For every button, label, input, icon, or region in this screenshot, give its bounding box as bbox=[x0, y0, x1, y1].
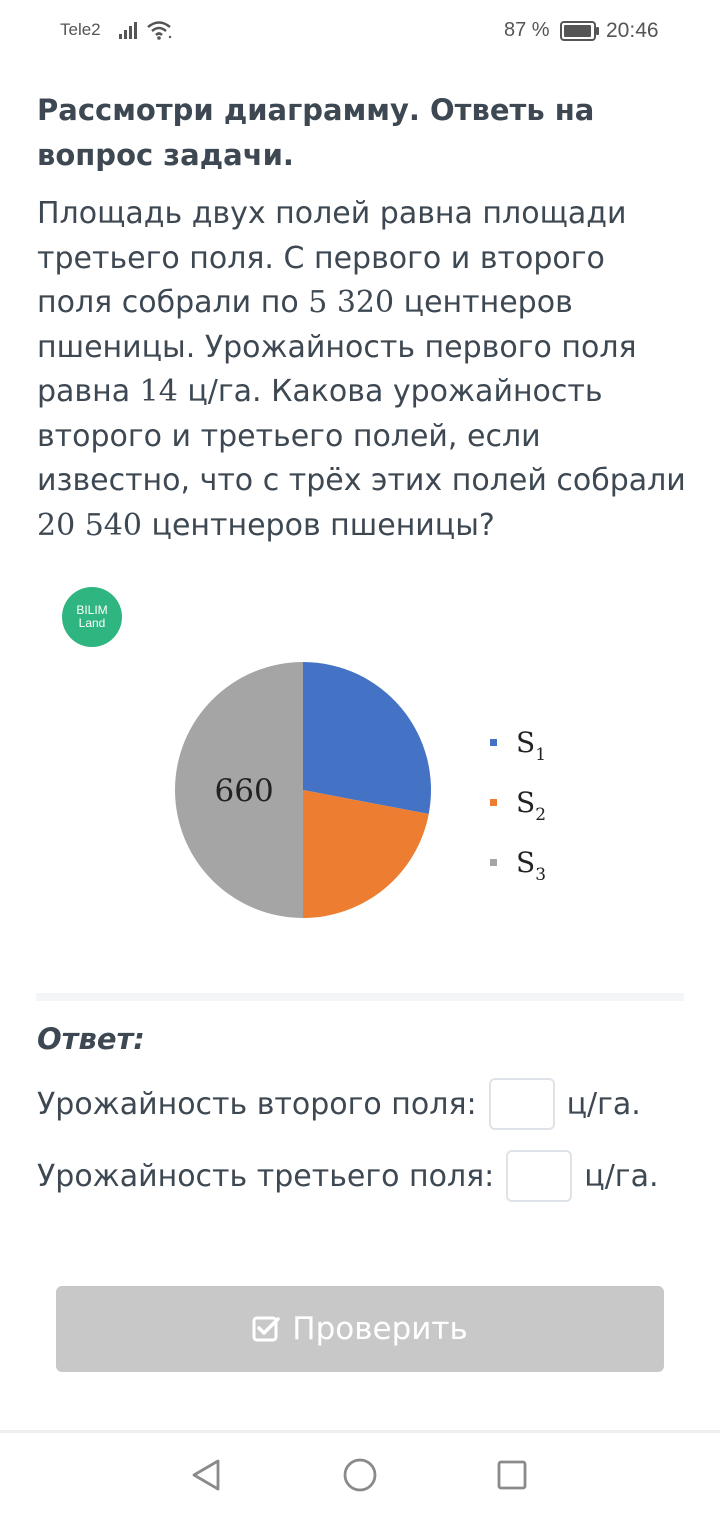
problem-number: 20 540 bbox=[37, 507, 142, 543]
pie-slices bbox=[175, 662, 431, 918]
third-field-label: Урожайность третьего поля: bbox=[37, 1158, 495, 1194]
chart-legend: S1 S2 S3 bbox=[490, 726, 546, 885]
logo-line2: Land bbox=[78, 616, 106, 630]
battery-percent: 87 % bbox=[504, 19, 550, 41]
legend-marker-3 bbox=[490, 859, 497, 866]
pie-chart: 660 S1 S2 S3 bbox=[175, 662, 546, 918]
problem-text: Площадь двух полей равна площади третьег… bbox=[37, 192, 687, 548]
bilimland-logo: BILIM Land bbox=[62, 587, 122, 647]
legend-label-2: S2 bbox=[516, 786, 546, 825]
second-field-unit: ц/га. bbox=[566, 1086, 641, 1122]
check-button[interactable]: Проверить bbox=[56, 1286, 664, 1372]
home-icon[interactable] bbox=[342, 1457, 378, 1493]
legend-marker-2 bbox=[490, 799, 497, 806]
navigation-bar bbox=[0, 1433, 720, 1520]
status-bar: Tele2 87 % 20:46 bbox=[0, 0, 720, 60]
recent-apps-icon[interactable] bbox=[496, 1459, 528, 1491]
task-heading: Рассмотри диаграмму. Ответь на вопрос за… bbox=[37, 93, 595, 172]
signal-icon bbox=[119, 22, 137, 39]
answer-label: Ответ: bbox=[37, 1022, 145, 1056]
legend-label-1: S1 bbox=[516, 726, 546, 765]
check-square-icon bbox=[252, 1316, 281, 1342]
legend-label-3: S3 bbox=[516, 846, 546, 885]
legend-marker-1 bbox=[490, 739, 497, 746]
back-icon[interactable] bbox=[188, 1457, 224, 1493]
problem-text-part: центнеров пшеницы? bbox=[141, 507, 495, 543]
wifi-icon bbox=[147, 21, 172, 40]
answer-row-third-field: Урожайность третьего поля: ц/га. bbox=[37, 1150, 659, 1202]
second-field-label: Урожайность второго поля: bbox=[37, 1086, 477, 1122]
third-field-unit: ц/га. bbox=[584, 1158, 659, 1194]
problem-number: 5 320 bbox=[308, 285, 395, 320]
problem-number: 14 bbox=[139, 374, 178, 409]
answer-row-second-field: Урожайность второго поля: ц/га. bbox=[37, 1078, 641, 1130]
second-field-yield-input[interactable] bbox=[488, 1078, 555, 1130]
clock: 20:46 bbox=[606, 19, 659, 42]
carrier-name: Tele2 bbox=[60, 20, 101, 39]
divider bbox=[36, 993, 684, 1001]
battery-icon bbox=[560, 21, 599, 41]
check-button-label: Проверить bbox=[292, 1311, 468, 1347]
pie-slice-s1 bbox=[303, 662, 431, 814]
slice-data-label-s3: 660 bbox=[215, 773, 274, 809]
third-field-yield-input[interactable] bbox=[506, 1150, 573, 1202]
